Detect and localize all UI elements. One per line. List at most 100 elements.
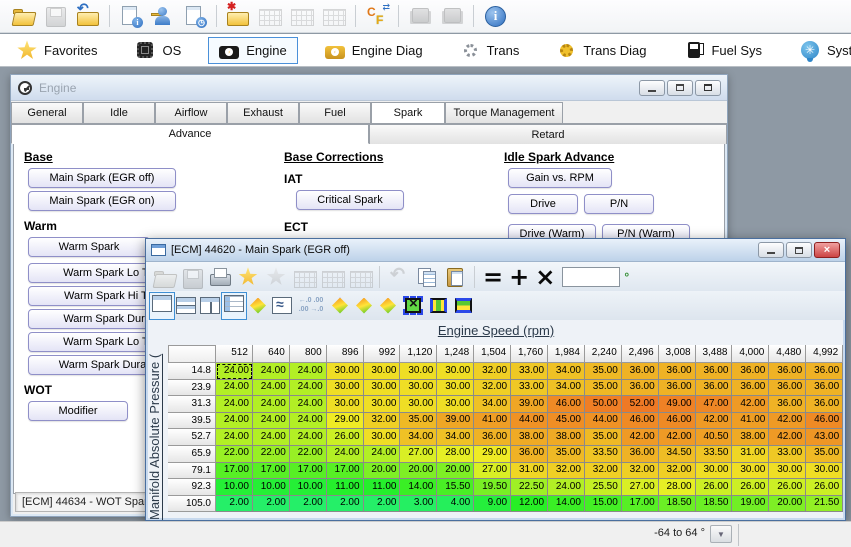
view-table-icon[interactable] (224, 295, 244, 312)
ribbon-tab-os[interactable]: OS (124, 35, 192, 65)
table-cell[interactable]: 34.00 (437, 429, 474, 446)
table-restore-button[interactable] (786, 242, 812, 258)
table-cell[interactable]: 36.00 (806, 363, 843, 380)
table-cell[interactable]: 17.00 (290, 463, 327, 480)
critical-spark-button[interactable]: Critical Spark (296, 190, 404, 210)
table-cell[interactable]: 34.00 (548, 380, 585, 397)
column-header-1-120[interactable]: 1,120 (400, 345, 437, 363)
table-cell[interactable]: 30.00 (400, 396, 437, 413)
view-surface-icon[interactable] (250, 298, 266, 314)
table-cell[interactable]: 24.00 (290, 363, 327, 380)
table-cell[interactable]: 32.00 (585, 463, 622, 480)
table-cell[interactable]: 45.00 (548, 413, 585, 430)
table-cell[interactable]: 20.00 (769, 496, 806, 513)
table-cell[interactable]: 39.00 (437, 413, 474, 430)
table-cell[interactable]: 30.00 (437, 396, 474, 413)
table-cell[interactable]: 36.00 (622, 446, 659, 463)
table-cell[interactable]: 2.00 (327, 496, 364, 513)
table-cell[interactable]: 26.00 (327, 429, 364, 446)
table-cell[interactable]: 18.50 (696, 496, 733, 513)
table-cell[interactable]: 38.00 (548, 429, 585, 446)
table-cell[interactable]: 2.00 (253, 496, 290, 513)
table-cell[interactable]: 30.00 (696, 463, 733, 480)
table-cell[interactable]: 14.00 (548, 496, 585, 513)
table-cell[interactable]: 22.00 (253, 446, 290, 463)
table-cell[interactable]: 24.00 (253, 413, 290, 430)
table-cell[interactable]: 40.50 (696, 429, 733, 446)
table-cell[interactable]: 15.50 (437, 479, 474, 496)
ribbon-tab-engine[interactable]: Engine (208, 37, 297, 64)
table-cell[interactable]: 12.00 (511, 496, 548, 513)
table-cell[interactable]: 42.00 (696, 413, 733, 430)
column-header-3-008[interactable]: 3,008 (659, 345, 696, 363)
tab-fuel[interactable]: Fuel (299, 102, 371, 123)
table-cell[interactable]: 33.00 (769, 446, 806, 463)
table-cell[interactable]: 14.00 (400, 479, 437, 496)
table-cell[interactable]: 24.00 (253, 429, 290, 446)
copy-icon[interactable] (415, 266, 439, 288)
table-cell[interactable]: 2.00 (364, 496, 401, 513)
table-cell[interactable]: 24.00 (327, 446, 364, 463)
tab-exhaust[interactable]: Exhaust (227, 102, 299, 123)
table-cell[interactable]: 35.00 (400, 413, 437, 430)
row-header-52-7[interactable]: 52.7 (168, 429, 216, 446)
table-cell[interactable]: 36.00 (806, 380, 843, 397)
tab-torque-management[interactable]: Torque Management (445, 102, 563, 123)
paste-icon[interactable] (443, 266, 467, 288)
restore-button[interactable] (667, 80, 693, 96)
table-cell[interactable]: 10.00 (216, 479, 253, 496)
table-cell[interactable]: 35.00 (585, 380, 622, 397)
select-row-surface-icon[interactable] (380, 298, 396, 314)
table-cell[interactable]: 30.00 (769, 463, 806, 480)
view-split-horizontal-icon[interactable] (176, 297, 196, 314)
table-cell[interactable]: 46.00 (806, 413, 843, 430)
table-cell[interactable]: 36.00 (622, 380, 659, 397)
table-cell[interactable]: 29.00 (474, 446, 511, 463)
table-cell[interactable]: 42.00 (769, 429, 806, 446)
table-cell[interactable]: 24.00 (290, 396, 327, 413)
table-cell[interactable]: 30.00 (364, 429, 401, 446)
row-header-92-3[interactable]: 92.3 (168, 479, 216, 496)
row-header-31-3[interactable]: 31.3 (168, 396, 216, 413)
table-cell[interactable]: 26.00 (806, 479, 843, 496)
table-cell[interactable]: 22.00 (290, 446, 327, 463)
column-header-4-000[interactable]: 4,000 (732, 345, 769, 363)
file-history-icon[interactable]: ◷ (182, 4, 208, 28)
column-header-3-488[interactable]: 3,488 (696, 345, 733, 363)
table-cell[interactable]: 32.00 (659, 463, 696, 480)
table-cell[interactable]: 33.00 (511, 363, 548, 380)
table-cell[interactable]: 2.00 (290, 496, 327, 513)
table-cell[interactable]: 29.00 (327, 413, 364, 430)
table-cell[interactable]: 17.00 (622, 496, 659, 513)
table-cell[interactable]: 17.00 (327, 463, 364, 480)
row-header-65-9[interactable]: 65.9 (168, 446, 216, 463)
row-header-23-9[interactable]: 23.9 (168, 380, 216, 397)
table-cell[interactable]: 30.00 (327, 396, 364, 413)
add-value-button[interactable]: + (509, 264, 529, 290)
new-session-icon[interactable] (225, 4, 251, 28)
table-cell[interactable]: 30.00 (437, 380, 474, 397)
close-button[interactable] (695, 80, 721, 96)
column-header-1-248[interactable]: 1,248 (437, 345, 474, 363)
modifier-button[interactable]: Modifier (28, 401, 128, 421)
table-cell[interactable]: 32.00 (474, 380, 511, 397)
minimize-button[interactable] (639, 80, 665, 96)
table-cell[interactable]: 24.00 (253, 396, 290, 413)
table-cell[interactable]: 42.00 (769, 413, 806, 430)
table-cell[interactable]: 36.00 (732, 380, 769, 397)
table-cell[interactable]: 31.00 (732, 446, 769, 463)
table-cell[interactable]: 39.00 (511, 396, 548, 413)
table-cell[interactable]: 24.00 (290, 413, 327, 430)
table-cell[interactable]: 15.00 (585, 496, 622, 513)
table-cell[interactable]: 30.00 (364, 380, 401, 397)
row-header-14-8[interactable]: 14.8 (168, 363, 216, 380)
table-cell[interactable]: 30.00 (732, 463, 769, 480)
table-cell[interactable]: 27.00 (622, 479, 659, 496)
about-info-icon[interactable] (482, 4, 508, 28)
highlight-column-icon[interactable] (430, 298, 447, 313)
table-cell[interactable]: 24.00 (548, 479, 585, 496)
table-cell[interactable]: 36.00 (659, 380, 696, 397)
table-cell[interactable]: 46.00 (548, 396, 585, 413)
view-chart-icon[interactable] (272, 297, 292, 314)
table-cell[interactable]: 49.00 (659, 396, 696, 413)
